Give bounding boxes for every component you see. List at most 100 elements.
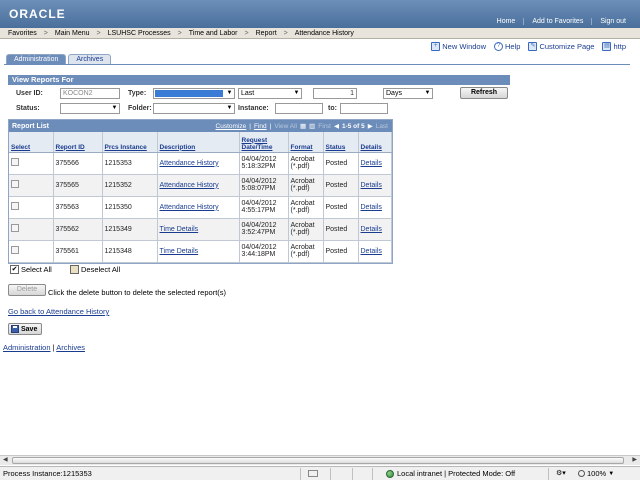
help-link[interactable]: ? Help	[494, 42, 520, 51]
nav-time-and-labor[interactable]: Time and Labor	[184, 30, 243, 37]
chevron-down-icon: ▼	[226, 90, 233, 96]
grid-customize-link[interactable]: Customize	[216, 123, 247, 130]
chevron-down-icon: ▼	[608, 470, 615, 477]
col-prcs-instance[interactable]: Prcs Instance	[102, 132, 158, 153]
status-divider	[330, 467, 331, 480]
row-select-checkbox[interactable]	[11, 224, 19, 232]
grid-chart-icon[interactable]: ▥	[309, 122, 315, 130]
col-description[interactable]: Description	[157, 132, 240, 153]
folder-select[interactable]: ▼	[153, 103, 235, 114]
deselect-all-control[interactable]: Deselect All	[70, 265, 120, 274]
row-details-cell: Details	[358, 152, 392, 175]
grid-prev-icon[interactable]: ◀	[334, 122, 339, 130]
nav-separator: >	[177, 29, 182, 37]
status-select[interactable]: ▼	[60, 103, 120, 114]
grid-download-icon[interactable]: ▦	[300, 122, 306, 130]
grid-view-all-link[interactable]: View All	[274, 123, 297, 130]
row-description-link[interactable]: Attendance History	[160, 204, 219, 211]
tab-administration[interactable]: Administration	[6, 54, 67, 64]
row-date: 04/04/2012	[241, 200, 277, 207]
row-description-link[interactable]: Time Details	[160, 226, 199, 233]
tab-archives[interactable]: Archives	[68, 54, 112, 64]
footer-administration-link[interactable]: Administration	[3, 343, 51, 352]
instance-from-field[interactable]	[275, 103, 323, 114]
chevron-down-icon: ▼	[111, 105, 118, 111]
row-instance: 1215348	[102, 240, 158, 263]
protected-mode-icon[interactable]: ⚙▾	[556, 469, 566, 477]
grid-find-link[interactable]: Find	[254, 123, 267, 130]
row-description-link[interactable]: Time Details	[160, 248, 199, 255]
customize-page-link[interactable]: ✎ Customize Page	[528, 42, 594, 51]
row-select-checkbox[interactable]	[11, 180, 19, 188]
security-zone[interactable]: Local intranet | Protected Mode: Off	[386, 469, 515, 478]
delete-button[interactable]: Delete	[8, 284, 46, 296]
nav-report[interactable]: Report	[251, 30, 282, 37]
grid-last-link[interactable]: Last	[376, 123, 388, 130]
row-time: 4:55:17PM	[241, 207, 276, 214]
report-list-grid: Report List Customize | Find | View All ▦ …	[8, 119, 393, 264]
days-unit-select[interactable]: Days ▼	[383, 88, 433, 99]
row-details-link[interactable]: Details	[361, 182, 382, 189]
row-select-cell	[9, 152, 54, 175]
add-to-favorites-link[interactable]: Add to Favorites	[523, 18, 591, 25]
scroll-left-icon[interactable]: ◀	[3, 456, 8, 465]
col-report-id[interactable]: Report ID	[53, 132, 103, 153]
row-description-link[interactable]: Attendance History	[160, 160, 219, 167]
row-description-cell: Attendance History	[157, 152, 240, 175]
user-id-field[interactable]: KOCON2	[60, 88, 120, 99]
instance-to-field[interactable]	[340, 103, 388, 114]
save-button[interactable]: Save	[8, 323, 42, 335]
row-instance: 1215352	[102, 174, 158, 197]
type-select[interactable]: ▼	[153, 88, 235, 99]
nav-main-menu[interactable]: Main Menu	[50, 30, 95, 37]
report-list-header: Report List Customize | Find | View All ▦ …	[9, 120, 392, 132]
http-link[interactable]: ▤ http	[602, 42, 626, 51]
row-details-link[interactable]: Details	[361, 204, 382, 211]
row-format-name: Acrobat	[290, 222, 315, 229]
row-select-checkbox[interactable]	[11, 202, 19, 210]
new-window-link[interactable]: + New Window	[431, 42, 486, 51]
report-list-title: Report List	[12, 122, 49, 130]
select-all-icon: ✔	[10, 265, 19, 274]
col-details[interactable]: Details	[358, 132, 392, 153]
row-select-cell	[9, 240, 54, 263]
col-format[interactable]: Format	[288, 132, 324, 153]
row-report-id: 375561	[53, 240, 103, 263]
grid-first-link[interactable]: First	[318, 123, 331, 130]
nav-attendance-history[interactable]: Attendance History	[290, 30, 359, 37]
sign-out-link[interactable]: Sign out	[591, 18, 634, 25]
days-count-field[interactable]: 1	[313, 88, 357, 99]
col-status[interactable]: Status	[323, 132, 359, 153]
scroll-right-icon[interactable]: ▶	[632, 456, 637, 465]
select-all-label: Select All	[21, 265, 52, 274]
new-window-label: New Window	[442, 42, 487, 51]
footer-links: Administration | Archives	[3, 343, 85, 352]
go-back-link[interactable]: Go back to Attendance History	[8, 307, 109, 316]
row-select-checkbox[interactable]	[11, 246, 19, 254]
last-select[interactable]: Last ▼	[238, 88, 302, 99]
footer-archives-link[interactable]: Archives	[56, 343, 85, 352]
home-link[interactable]: Home	[489, 18, 524, 25]
process-instance-status: Process Instance:1215353	[3, 469, 92, 478]
col-request-datetime[interactable]: Request Date/Time	[239, 132, 289, 153]
row-details-link[interactable]: Details	[361, 226, 382, 233]
row-description-link[interactable]: Attendance History	[160, 182, 219, 189]
select-all-control[interactable]: ✔ Select All	[10, 265, 52, 274]
row-details-link[interactable]: Details	[361, 160, 382, 167]
row-date: 04/04/2012	[241, 222, 277, 229]
grid-next-icon[interactable]: ▶	[368, 122, 373, 130]
col-select[interactable]: Select	[9, 132, 54, 153]
type-select-highlight	[155, 90, 223, 97]
row-select-checkbox[interactable]	[11, 158, 19, 166]
horizontal-scrollbar[interactable]: ◀ ▶	[0, 455, 640, 465]
zoom-control[interactable]: 100% ▼	[578, 469, 614, 478]
row-report-id: 375565	[53, 174, 103, 197]
row-details-link[interactable]: Details	[361, 248, 382, 255]
scroll-thumb[interactable]	[12, 457, 624, 464]
nav-favorites[interactable]: Favorites	[3, 30, 42, 37]
nav-lsuhsc-processes[interactable]: LSUHSC Processes	[103, 30, 176, 37]
row-datetime: 04/04/2012 5:18:32PM	[239, 152, 289, 175]
row-instance: 1215349	[102, 218, 158, 241]
row-date: 04/04/2012	[241, 244, 277, 251]
refresh-button[interactable]: Refresh	[460, 87, 508, 99]
